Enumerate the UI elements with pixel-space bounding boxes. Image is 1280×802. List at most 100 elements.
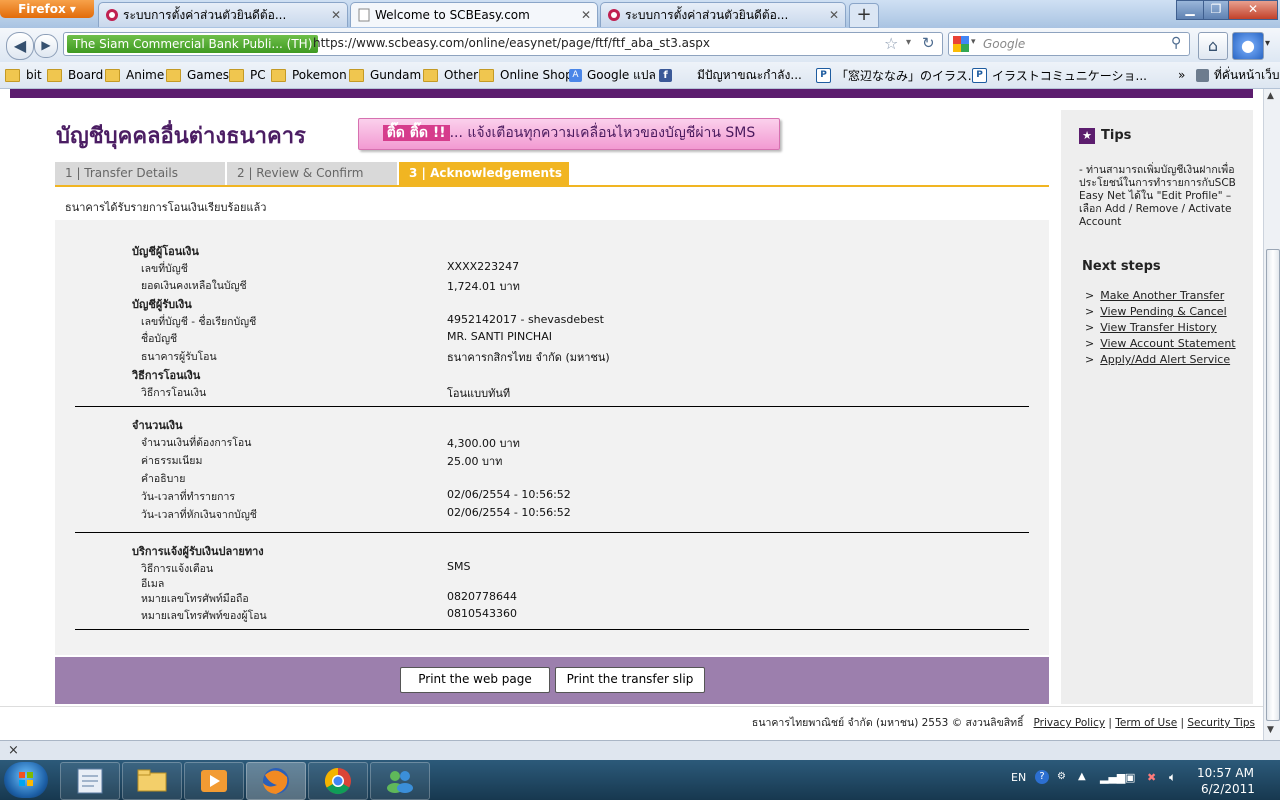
folder-icon bbox=[423, 68, 438, 82]
pixiv-icon: P bbox=[816, 67, 831, 83]
bookmark-folder-pokemon[interactable]: Pokemon bbox=[271, 67, 347, 83]
bookmarks-overflow-chevron[interactable]: » bbox=[1178, 67, 1185, 83]
taskbar-app-messenger[interactable] bbox=[370, 762, 430, 800]
help-icon[interactable]: ? bbox=[1035, 770, 1049, 784]
url-bar[interactable]: The Siam Commercial Bank Publi... (TH) h… bbox=[63, 32, 943, 56]
step-acknowledgements: 3 | Acknowledgements bbox=[399, 162, 569, 185]
tab-title: Welcome to SCBEasy.com bbox=[375, 8, 530, 22]
network-error-icon[interactable]: ✖ bbox=[1147, 771, 1156, 784]
minimize-button[interactable]: ▁ bbox=[1176, 0, 1204, 20]
forward-button[interactable]: ▶ bbox=[34, 34, 58, 58]
taskbar-app-chrome[interactable] bbox=[308, 762, 368, 800]
language-indicator[interactable]: EN bbox=[1011, 771, 1026, 784]
taskbar-app-media-player[interactable] bbox=[184, 762, 244, 800]
bookmark-facebook[interactable]: f bbox=[659, 67, 677, 83]
search-engine-dropdown-icon[interactable]: ▾ bbox=[971, 37, 976, 47]
bookmark-star-icon[interactable]: ☆ bbox=[884, 34, 898, 53]
folder-icon bbox=[47, 68, 62, 82]
home-button[interactable]: ⌂ bbox=[1198, 32, 1228, 60]
print-web-page-button[interactable]: Print the web page bbox=[400, 667, 550, 693]
link-view-pending-cancel[interactable]: > View Pending & Cancel bbox=[1085, 305, 1227, 318]
bookmark-pixiv-1[interactable]: P 「窓辺ななみ」のイラス... bbox=[816, 67, 979, 83]
volume-icon[interactable]: 🔈︎ bbox=[1169, 770, 1176, 785]
taskbar-app-explorer[interactable] bbox=[122, 762, 182, 800]
footer-privacy-policy-link[interactable]: Privacy Policy bbox=[1034, 717, 1106, 729]
bookmark-pixiv-2[interactable]: P イラストコミュニケーショ... bbox=[972, 67, 1147, 83]
bookmark-folder-other[interactable]: Other bbox=[423, 67, 478, 83]
google-translate-icon: A bbox=[569, 68, 582, 82]
new-tab-button[interactable]: + bbox=[849, 3, 879, 28]
tab-scb-settings-2[interactable]: ระบบการตั้งค่าส่วนตัวยินดีต้อ... ✕ bbox=[600, 2, 846, 27]
link-apply-alert-service[interactable]: > Apply/Add Alert Service bbox=[1085, 353, 1230, 366]
taskbar-app-firefox[interactable] bbox=[246, 762, 306, 800]
link-make-another-transfer[interactable]: > Make Another Transfer bbox=[1085, 289, 1224, 302]
transfer-details-panel: บัญชีผู้โอนเงิน เลขที่บัญชี XXXX223247 ย… bbox=[55, 220, 1049, 655]
firefox-menu-button[interactable]: Firefox ▾ bbox=[0, 0, 94, 18]
bookmark-folder-online-shop[interactable]: Online Shop bbox=[479, 67, 573, 83]
device-icon[interactable]: ▣ bbox=[1125, 771, 1135, 784]
tab-scb-settings-1[interactable]: ระบบการตั้งค่าส่วนตัวยินดีต้อ... ✕ bbox=[98, 2, 348, 27]
vertical-scrollbar[interactable]: ▲ ▼ bbox=[1263, 89, 1280, 740]
search-placeholder: Google bbox=[983, 37, 1026, 51]
star-icon: ★ bbox=[1079, 128, 1095, 144]
maximize-button[interactable]: ❐ bbox=[1203, 0, 1229, 20]
tab-close-icon[interactable]: ✕ bbox=[331, 8, 341, 22]
tab-close-icon[interactable]: ✕ bbox=[581, 8, 591, 22]
url-dropdown-icon[interactable]: ▾ bbox=[906, 37, 911, 48]
acknowledgement-message: ธนาคารได้รับรายการโอนเงินเรียบร้อยแล้ว bbox=[65, 201, 267, 214]
step-transfer-details: 1 | Transfer Details bbox=[55, 162, 225, 185]
tray-settings-icon[interactable]: ⚙ bbox=[1057, 771, 1066, 782]
page-top-strip bbox=[10, 89, 1253, 98]
bookmarks-menu[interactable]: ที่คั่นหน้าเว็บ bbox=[1196, 67, 1279, 83]
network-signal-icon[interactable]: ▂▄▆ bbox=[1100, 771, 1125, 784]
link-view-transfer-history[interactable]: > View Transfer History bbox=[1085, 321, 1217, 334]
addon-button[interactable]: ● bbox=[1232, 32, 1264, 60]
account-name-value: MR. SANTI PINCHAI bbox=[447, 330, 552, 343]
tab-title: ระบบการตั้งค่าส่วนตัวยินดีต้อ... bbox=[123, 7, 287, 22]
bookmark-folder-pc[interactable]: PC bbox=[229, 67, 266, 83]
bookmark-folder-board[interactable]: Board bbox=[47, 67, 103, 83]
footer-security-tips-link[interactable]: Security Tips bbox=[1187, 717, 1255, 729]
mobile-label: หมายเลขโทรศัพท์มือถือ bbox=[141, 593, 249, 605]
scrollbar-thumb[interactable] bbox=[1266, 249, 1280, 721]
section-divider bbox=[75, 629, 1029, 630]
scroll-down-icon[interactable]: ▼ bbox=[1267, 725, 1274, 735]
amount-label: จำนวนเงินที่ต้องการโอน bbox=[141, 437, 252, 449]
windows-logo-icon bbox=[19, 772, 33, 786]
reload-icon[interactable]: ↻ bbox=[922, 34, 935, 52]
sms-alert-banner[interactable]: ติ๊ด ติ๊ด !!... แจ้งเตือนทุกความเคลื่อนไ… bbox=[358, 118, 780, 150]
close-findbar-icon[interactable]: × bbox=[8, 743, 19, 758]
bookmark-folder-anime[interactable]: Anime bbox=[105, 67, 164, 83]
back-button[interactable]: ◀ bbox=[6, 32, 34, 60]
bookmark-google-translate[interactable]: A Google แปล bbox=[569, 67, 656, 83]
clock-time[interactable]: 10:57 AM bbox=[1197, 766, 1254, 780]
google-icon[interactable] bbox=[953, 36, 969, 52]
tab-scbeasy-welcome[interactable]: Welcome to SCBEasy.com ✕ bbox=[350, 2, 598, 27]
folder-icon bbox=[137, 769, 167, 792]
search-bar[interactable]: ▾ Google ⚲ bbox=[948, 32, 1190, 56]
show-hidden-icons[interactable]: ▲ bbox=[1078, 771, 1086, 782]
start-button[interactable] bbox=[4, 762, 48, 798]
footer-term-of-use-link[interactable]: Term of Use bbox=[1115, 717, 1177, 729]
windows-taskbar: EN ? ⚙ ▲ ▂▄▆ ▣ ✖ 🔈︎ 10:57 AM 6/2/2011 bbox=[0, 760, 1280, 800]
url-text[interactable]: https://www.scbeasy.com/online/easynet/p… bbox=[313, 36, 710, 50]
page-viewport: บัญชีบุคคลอื่นต่างธนาคาร ติ๊ด ติ๊ด !!...… bbox=[0, 89, 1263, 740]
link-view-account-statement[interactable]: > View Account Statement bbox=[1085, 337, 1236, 350]
scroll-up-icon[interactable]: ▲ bbox=[1267, 91, 1274, 101]
search-icon[interactable]: ⚲ bbox=[1171, 35, 1181, 51]
tab-close-icon[interactable]: ✕ bbox=[829, 8, 839, 22]
receiving-bank-label: ธนาคารผู้รับโอน bbox=[141, 351, 217, 363]
bookmark-problem-loading[interactable]: มีปัญหาขณะกำลัง... bbox=[697, 67, 802, 83]
sidebar: ★ Tips - ท่านสามารถเพิ่มบัญชีเงินฝากเพื่… bbox=[1061, 110, 1253, 704]
addon-dropdown-icon[interactable]: ▾ bbox=[1265, 38, 1270, 49]
print-transfer-slip-button[interactable]: Print the transfer slip bbox=[555, 667, 705, 693]
bookmark-folder-bit[interactable]: bit bbox=[5, 67, 42, 83]
page-favicon-icon bbox=[358, 8, 370, 22]
to-account-heading: บัญชีผู้รับเงิน bbox=[132, 298, 192, 311]
site-identity-badge[interactable]: The Siam Commercial Bank Publi... (TH) bbox=[67, 35, 319, 53]
taskbar-app-notepad[interactable] bbox=[60, 762, 120, 800]
bookmark-folder-gundam[interactable]: Gundam bbox=[349, 67, 421, 83]
bookmark-folder-games[interactable]: Games bbox=[166, 67, 229, 83]
close-window-button[interactable]: ✕ bbox=[1228, 0, 1278, 20]
clock-date[interactable]: 6/2/2011 bbox=[1201, 782, 1255, 796]
